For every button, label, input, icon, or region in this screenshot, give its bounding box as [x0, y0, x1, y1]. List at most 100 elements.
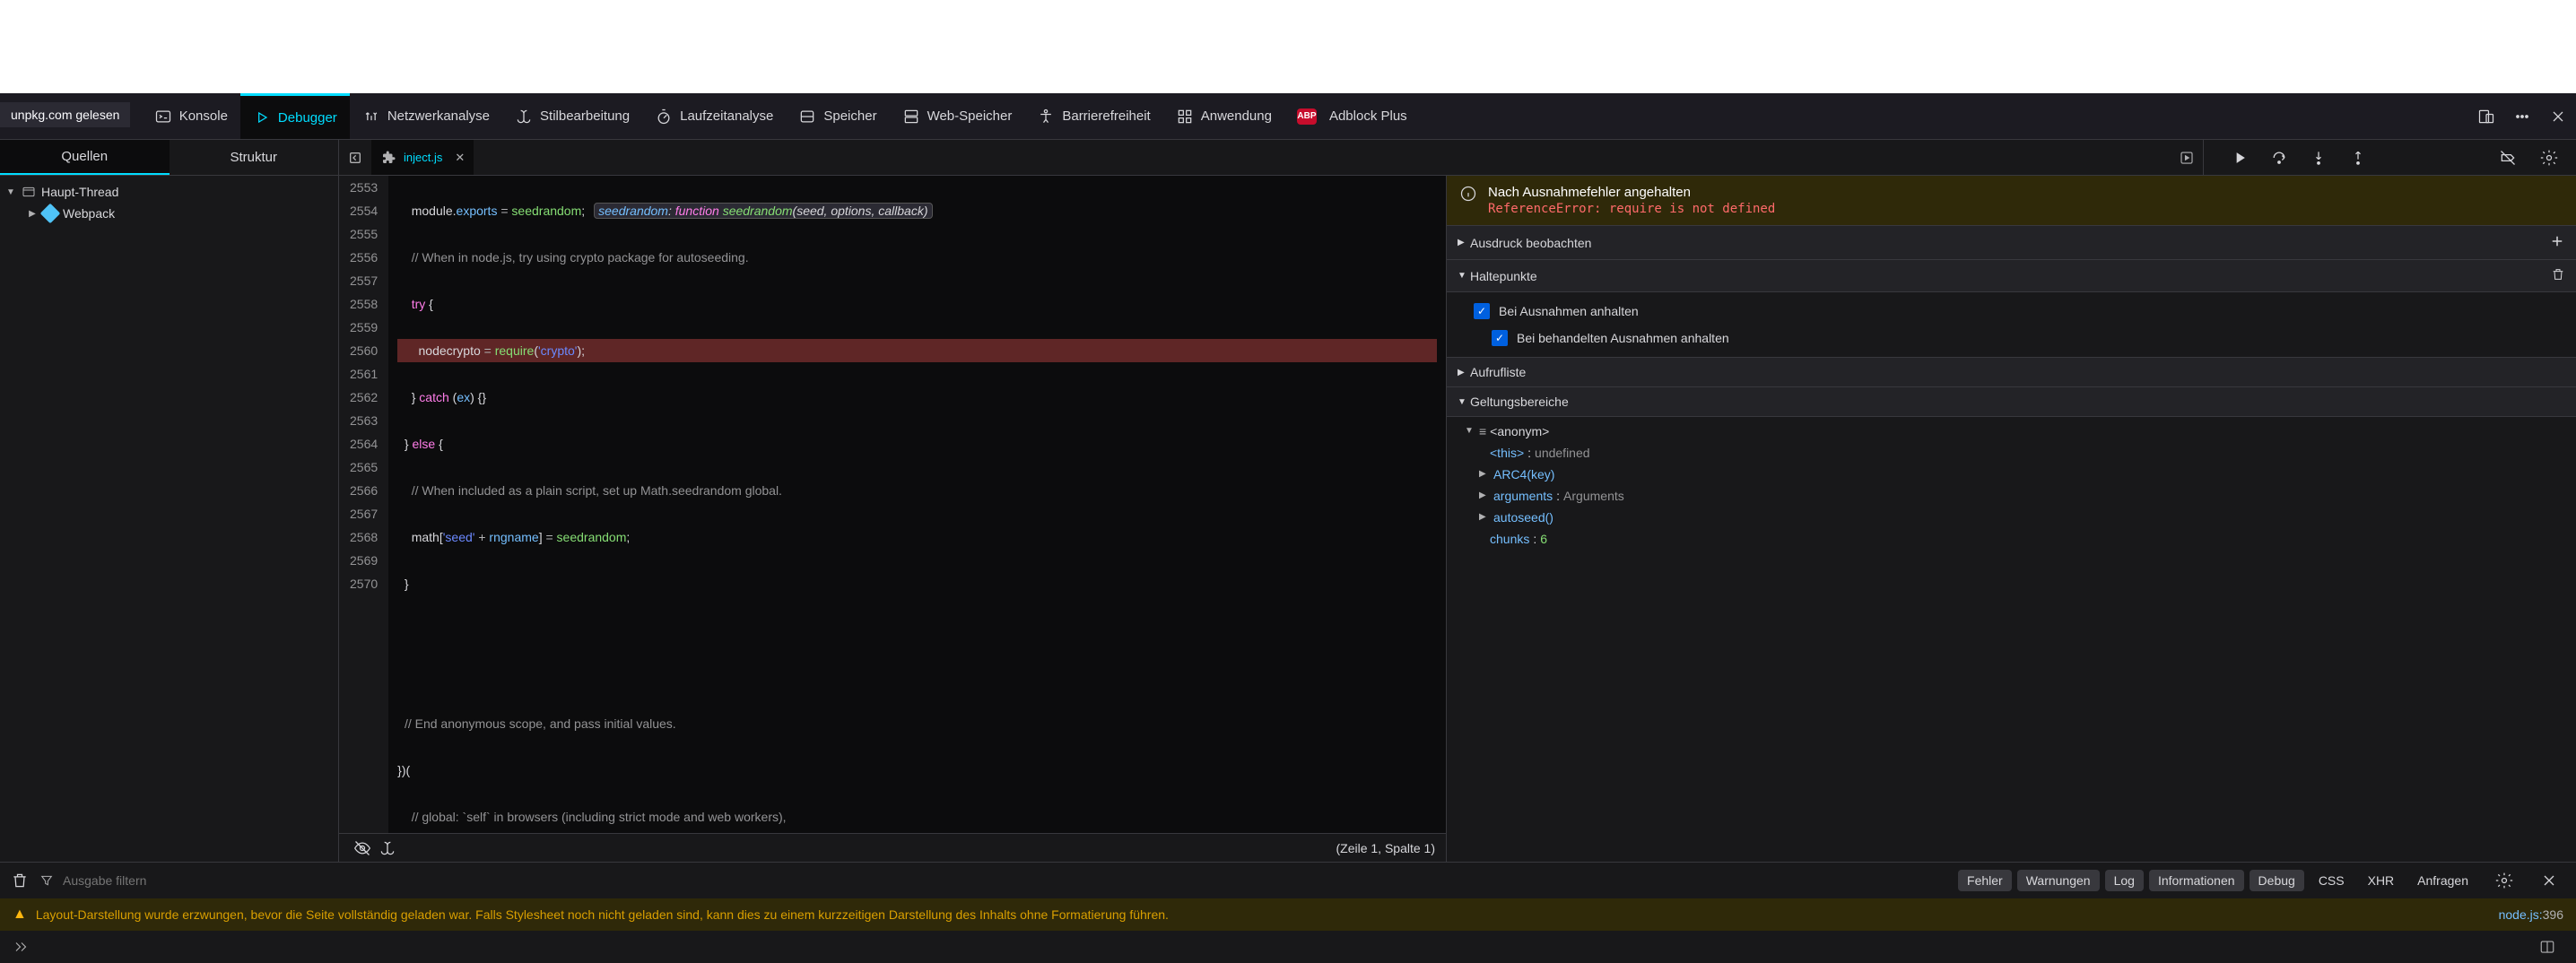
chip-info[interactable]: Informationen	[2149, 870, 2244, 891]
chip-errors[interactable]: Fehler	[1958, 870, 2012, 891]
close-devtools-button[interactable]	[2540, 93, 2576, 139]
tab-sources[interactable]: Quellen	[0, 140, 170, 175]
code-body: module.exports = seedrandom;seedrandom: …	[388, 176, 1446, 833]
disable-breakpoints-button[interactable]	[2490, 140, 2526, 175]
code-editor: 2553255425552556255725582559256025612562…	[339, 176, 1446, 862]
pause-title: Nach Ausnahmefehler angehalten	[1488, 185, 1775, 200]
console-warning-row[interactable]: ▲ Layout-Darstellung wurde erzwungen, be…	[0, 898, 2576, 931]
nav-back-button[interactable]	[339, 140, 371, 175]
add-watch-button[interactable]	[2549, 233, 2565, 252]
tab-storage[interactable]: Web-Speicher	[890, 93, 1025, 139]
debugger-content: ▼ Haupt-Thread ▶ Webpack 255325542555255…	[0, 176, 2576, 862]
expand-icon: ▶	[1458, 238, 1470, 247]
sources-tree: ▼ Haupt-Thread ▶ Webpack	[0, 176, 339, 862]
scopes-body: ▼≡ <anonym> <this>: undefined ▶ARC4(key)…	[1447, 417, 2576, 553]
collapse-icon: ▼	[1458, 271, 1470, 281]
accordion-breakpoints[interactable]: ▼ Haltepunkte	[1447, 260, 2576, 292]
browser-content-area	[0, 0, 2576, 93]
collapse-icon: ▼	[1458, 397, 1470, 407]
accordion-callstack[interactable]: ▶ Aufrufliste	[1447, 358, 2576, 387]
status-tooltip: unpkg.com gelesen	[0, 102, 130, 127]
chip-xhr[interactable]: XHR	[2359, 870, 2404, 891]
tab-application[interactable]: Anwendung	[1163, 93, 1284, 139]
tab-debugger[interactable]: Debugger	[240, 93, 350, 139]
pause-on-caught-row[interactable]: ✓ Bei behandelten Ausnahmen anhalten	[1474, 325, 2576, 351]
editor-footer: (Zeile 1, Spalte 1)	[339, 833, 1446, 862]
chip-requests[interactable]: Anfragen	[2408, 870, 2477, 891]
line-gutter: 2553255425552556255725582559256025612562…	[339, 176, 388, 833]
blackbox-button[interactable]	[350, 834, 375, 862]
file-tab-inject[interactable]: inject.js ✕	[371, 140, 474, 175]
tab-network[interactable]: Netzwerkanalyse	[350, 93, 502, 139]
warning-source-link[interactable]: node.js:396	[2499, 906, 2563, 924]
tab-label: Stilbearbeitung	[540, 108, 630, 124]
checkbox-checked-icon[interactable]: ✓	[1492, 330, 1508, 346]
pause-on-exceptions-row[interactable]: ✓ Bei Ausnahmen anhalten	[1474, 298, 2576, 325]
devtools-root: Inspektor Konsole Debugger Netzwerkanaly…	[0, 93, 2576, 963]
tab-label: Speicher	[823, 108, 876, 124]
tree-webpack[interactable]: ▶ Webpack	[0, 203, 338, 224]
tab-label: Barrierefreiheit	[1062, 108, 1150, 124]
extension-icon	[380, 150, 396, 166]
console-toolbar: Fehler Warnungen Log Informationen Debug…	[0, 863, 2576, 898]
close-split-console-button[interactable]	[2531, 863, 2567, 898]
scope-autoseed[interactable]: ▶autoseed()	[1465, 507, 2576, 528]
kebab-menu-button[interactable]	[2504, 93, 2540, 139]
clear-console-button[interactable]	[9, 863, 30, 898]
tab-label: Netzwerkanalyse	[387, 108, 490, 124]
tab-style[interactable]: Stilbearbeitung	[502, 93, 642, 139]
abp-badge-icon: ABP	[1297, 108, 1317, 125]
debugger-settings-button[interactable]	[2531, 140, 2567, 175]
debugger-subrow: Quellen Struktur inject.js ✕	[0, 140, 2576, 176]
tree-label: Webpack	[63, 206, 115, 221]
scope-arc4[interactable]: ▶ARC4(key)	[1465, 464, 2576, 485]
tab-performance[interactable]: Laufzeitanalyse	[642, 93, 786, 139]
console-input-row[interactable]	[0, 931, 2576, 963]
pause-error: ReferenceError: require is not defined	[1488, 202, 1775, 216]
accordion-watch[interactable]: ▶ Ausdruck beobachten	[1447, 226, 2576, 260]
step-out-button[interactable]	[2340, 140, 2376, 175]
resume-button[interactable]	[2222, 140, 2258, 175]
tab-console[interactable]: Konsole	[142, 93, 240, 139]
prompt-icon	[11, 939, 27, 955]
console-settings-button[interactable]	[2486, 863, 2522, 898]
tab-accessibility[interactable]: Barrierefreiheit	[1024, 93, 1162, 139]
code-area[interactable]: 2553255425552556255725582559256025612562…	[339, 176, 1446, 833]
accordion-label: Ausdruck beobachten	[1470, 236, 1591, 250]
scope-chunks[interactable]: chunks: 6	[1465, 528, 2576, 550]
close-tab-icon[interactable]: ✕	[449, 151, 465, 165]
chip-debug[interactable]: Debug	[2250, 870, 2304, 891]
debugger-controls	[2203, 140, 2481, 175]
checkbox-label: Bei Ausnahmen anhalten	[1499, 304, 1639, 318]
scope-this[interactable]: <this>: undefined	[1465, 442, 2576, 464]
tab-adblock[interactable]: ABP Adblock Plus	[1284, 93, 1420, 139]
chip-warnings[interactable]: Warnungen	[2017, 870, 2100, 891]
pretty-print-button[interactable]	[375, 834, 400, 862]
tree-main-thread[interactable]: ▼ Haupt-Thread	[0, 181, 338, 203]
split-console: Fehler Warnungen Log Informationen Debug…	[0, 862, 2576, 963]
tab-memory[interactable]: Speicher	[786, 93, 889, 139]
console-filter-chips: Fehler Warnungen Log Informationen Debug…	[1958, 870, 2477, 891]
scope-anon[interactable]: ▼≡ <anonym>	[1465, 421, 2576, 442]
chip-css[interactable]: CSS	[2310, 870, 2354, 891]
warning-text: Layout-Darstellung wurde erzwungen, bevo…	[36, 906, 2490, 924]
scope-arguments[interactable]: ▶arguments: Arguments	[1465, 485, 2576, 507]
accordion-label: Haltepunkte	[1470, 269, 1537, 283]
responsive-mode-button[interactable]	[2468, 93, 2504, 139]
window-icon	[22, 185, 36, 199]
chip-log[interactable]: Log	[2105, 870, 2144, 891]
expand-icon: ▶	[1458, 368, 1470, 377]
step-in-button[interactable]	[2301, 140, 2337, 175]
tab-outline[interactable]: Struktur	[170, 140, 339, 175]
collapse-icon: ▼	[5, 187, 16, 197]
remove-all-breakpoints-button[interactable]	[2551, 267, 2565, 284]
step-over-button[interactable]	[2261, 140, 2297, 175]
right-panel-actions	[2481, 140, 2576, 175]
accordion-scopes[interactable]: ▼ Geltungsbereiche	[1447, 387, 2576, 417]
checkbox-checked-icon[interactable]: ✓	[1474, 303, 1490, 319]
console-filter-input[interactable]	[63, 873, 332, 888]
editor-mode-button[interactable]	[2529, 931, 2565, 963]
run-to-button[interactable]	[2171, 140, 2203, 175]
pause-banner: Nach Ausnahmefehler angehalten Reference…	[1447, 176, 2576, 226]
file-tab-label: inject.js	[404, 151, 442, 164]
